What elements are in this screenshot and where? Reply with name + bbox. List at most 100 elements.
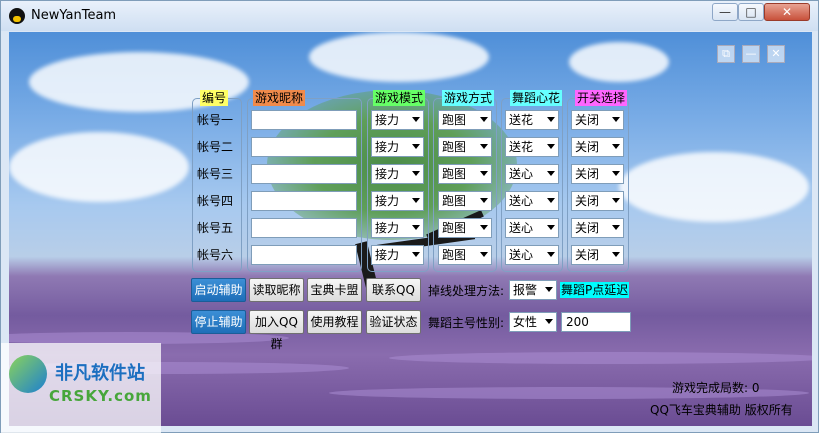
mode-select[interactable]: 接力 bbox=[371, 110, 424, 130]
nickname-input[interactable] bbox=[251, 137, 357, 157]
mode-select[interactable]: 接力 bbox=[371, 164, 424, 184]
heart-select[interactable]: 送心 bbox=[505, 164, 559, 184]
nickname-input[interactable] bbox=[251, 245, 357, 265]
method-select[interactable]: 跑图 bbox=[438, 164, 492, 184]
nickname-input[interactable] bbox=[251, 218, 357, 238]
switch-select[interactable]: 关闭 bbox=[571, 245, 624, 265]
gender-label: 舞蹈主号性别: bbox=[428, 316, 505, 330]
minimize-icon[interactable]: — bbox=[742, 45, 760, 63]
title-bar[interactable]: NewYanTeam — □ ✕ bbox=[1, 1, 818, 31]
heart-select[interactable]: 送心 bbox=[505, 218, 559, 238]
disconnect-value: 报警 bbox=[513, 283, 538, 297]
dropdown-arrow-icon bbox=[412, 225, 420, 230]
heart-select[interactable]: 送心 bbox=[505, 191, 559, 211]
heart-value: 送心 bbox=[509, 167, 534, 181]
switch-select[interactable]: 关闭 bbox=[571, 164, 624, 184]
account-label: 帐号六 bbox=[197, 248, 234, 262]
minimize-button[interactable]: — bbox=[712, 3, 738, 21]
disconnect-label: 掉线处理方法: bbox=[428, 284, 505, 298]
gender-select[interactable]: 女性 bbox=[509, 312, 557, 332]
mode-value: 接力 bbox=[375, 167, 400, 181]
switch-select[interactable]: 关闭 bbox=[571, 191, 624, 211]
heart-value: 送心 bbox=[509, 194, 534, 208]
mode-select[interactable]: 接力 bbox=[371, 245, 424, 265]
dropdown-arrow-icon bbox=[547, 117, 555, 122]
heart-select[interactable]: 送花 bbox=[505, 137, 559, 157]
dropdown-arrow-icon bbox=[547, 171, 555, 176]
dropdown-arrow-icon bbox=[612, 225, 620, 230]
nickname-input[interactable] bbox=[251, 164, 357, 184]
mode-select[interactable]: 接力 bbox=[371, 218, 424, 238]
watermark-sub: CRSKY.com bbox=[49, 387, 152, 405]
dropdown-arrow-icon bbox=[612, 144, 620, 149]
method-value: 跑图 bbox=[442, 113, 467, 127]
heart-select[interactable]: 送花 bbox=[505, 110, 559, 130]
app-window: NewYanTeam — □ ✕ ⧉ — ✕ 编号 游戏昵称 游戏模式 游戏方式… bbox=[0, 0, 819, 434]
read-nickname-button[interactable]: 读取昵称 bbox=[249, 278, 304, 302]
tutorial-button[interactable]: 使用教程 bbox=[307, 310, 362, 334]
restore-icon[interactable]: ⧉ bbox=[717, 45, 735, 63]
qq-penguin-icon bbox=[9, 8, 25, 24]
dropdown-arrow-icon bbox=[480, 171, 488, 176]
cloud-decoration bbox=[619, 152, 809, 222]
dropdown-arrow-icon bbox=[547, 252, 555, 257]
header-id: 编号 bbox=[200, 90, 229, 106]
nickname-input[interactable] bbox=[251, 110, 357, 130]
card-union-button[interactable]: 宝典卡盟 bbox=[307, 278, 362, 302]
games-done-count: 游戏完成局数: 0 bbox=[672, 381, 760, 395]
site-logo-icon bbox=[9, 355, 47, 393]
delay-input[interactable]: 200 bbox=[561, 312, 631, 332]
method-select[interactable]: 跑图 bbox=[438, 137, 492, 157]
nickname-input[interactable] bbox=[251, 191, 357, 211]
switch-value: 关闭 bbox=[575, 140, 600, 154]
verify-status-button[interactable]: 验证状态 bbox=[366, 310, 421, 334]
method-value: 跑图 bbox=[442, 140, 467, 154]
heart-select[interactable]: 送心 bbox=[505, 245, 559, 265]
method-select[interactable]: 跑图 bbox=[438, 218, 492, 238]
dropdown-arrow-icon bbox=[545, 319, 553, 324]
mode-value: 接力 bbox=[375, 113, 400, 127]
mode-select[interactable]: 接力 bbox=[371, 191, 424, 211]
mode-value: 接力 bbox=[375, 248, 400, 262]
mode-value: 接力 bbox=[375, 194, 400, 208]
dropdown-arrow-icon bbox=[547, 198, 555, 203]
method-select[interactable]: 跑图 bbox=[438, 191, 492, 211]
heart-value: 送心 bbox=[509, 221, 534, 235]
mode-select[interactable]: 接力 bbox=[371, 137, 424, 157]
method-select[interactable]: 跑图 bbox=[438, 245, 492, 265]
switch-value: 关闭 bbox=[575, 113, 600, 127]
method-select[interactable]: 跑图 bbox=[438, 110, 492, 130]
maximize-button[interactable]: □ bbox=[738, 3, 764, 21]
switch-value: 关闭 bbox=[575, 167, 600, 181]
mode-value: 接力 bbox=[375, 140, 400, 154]
header-heart: 舞蹈心花 bbox=[510, 90, 563, 106]
header-mode: 游戏模式 bbox=[373, 90, 426, 106]
stop-assist-button[interactable]: 停止辅助 bbox=[191, 310, 246, 334]
header-method: 游戏方式 bbox=[442, 90, 495, 106]
switch-value: 关闭 bbox=[575, 221, 600, 235]
dropdown-arrow-icon bbox=[612, 198, 620, 203]
dropdown-arrow-icon bbox=[412, 144, 420, 149]
lavender-row bbox=[389, 352, 812, 364]
contact-qq-button[interactable]: 联系QQ bbox=[366, 278, 421, 302]
switch-select[interactable]: 关闭 bbox=[571, 110, 624, 130]
close-button[interactable]: ✕ bbox=[764, 3, 810, 21]
close-icon[interactable]: ✕ bbox=[767, 45, 785, 63]
switch-select[interactable]: 关闭 bbox=[571, 137, 624, 157]
cloud-decoration bbox=[569, 42, 669, 82]
account-label: 帐号三 bbox=[197, 167, 234, 181]
dropdown-arrow-icon bbox=[612, 117, 620, 122]
method-value: 跑图 bbox=[442, 221, 467, 235]
heart-value: 送花 bbox=[509, 140, 534, 154]
dropdown-arrow-icon bbox=[547, 144, 555, 149]
switch-value: 关闭 bbox=[575, 194, 600, 208]
start-assist-button[interactable]: 启动辅助 bbox=[191, 278, 246, 302]
copyright-text: QQ飞车宝典辅助 版权所有 bbox=[650, 403, 793, 417]
heart-value: 送心 bbox=[509, 248, 534, 262]
method-value: 跑图 bbox=[442, 248, 467, 262]
account-label: 帐号二 bbox=[197, 140, 234, 154]
switch-select[interactable]: 关闭 bbox=[571, 218, 624, 238]
disconnect-select[interactable]: 报警 bbox=[509, 280, 557, 300]
join-qq-group-button[interactable]: 加入QQ群 bbox=[249, 310, 304, 351]
gender-value: 女性 bbox=[513, 315, 538, 329]
